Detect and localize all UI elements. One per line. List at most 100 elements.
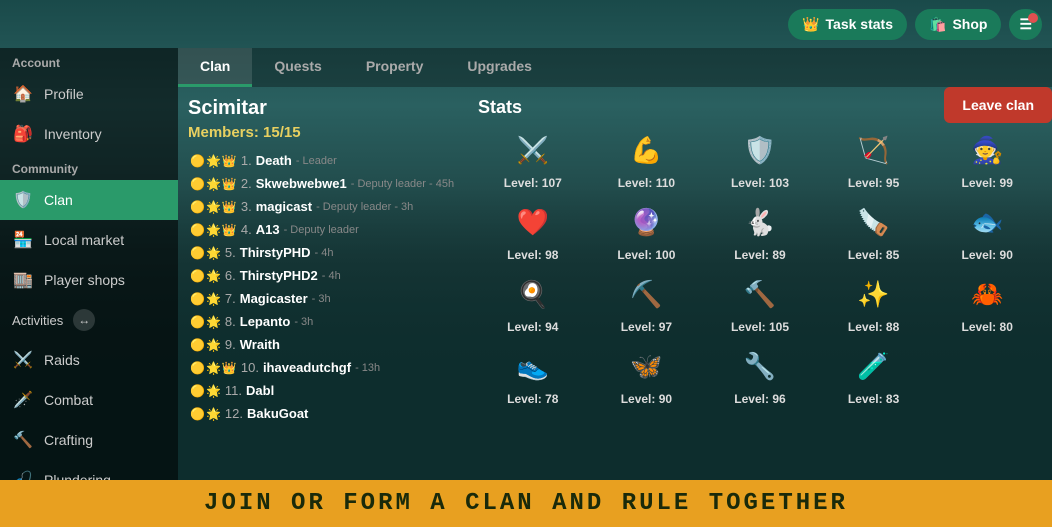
members-list: 🟡 🌟 👑 1. Death - Leader 🟡 🌟 👑 2. Skwebwe… [188, 149, 468, 470]
clan-info-panel: Scimitar Members: 15/15 🟡 🌟 👑 1. Death -… [188, 97, 468, 470]
member-icon-coin: 🟡 [190, 200, 205, 214]
member-number: 1. [241, 153, 252, 168]
raids-label: Raids [44, 352, 80, 368]
list-item[interactable]: 🟡 🌟 👑 2. Skwebwebwe1 - Deputy leader - 4… [188, 172, 466, 195]
member-name: Dabl [246, 383, 274, 398]
member-number: 4. [241, 222, 252, 237]
member-icons: 🟡 🌟 👑 [190, 223, 237, 237]
stat-level: Level: 99 [962, 176, 1013, 190]
member-icon-star: 🌟 [206, 200, 221, 214]
stat-item: 🪚 Level: 85 [819, 200, 929, 262]
sidebar-item-plundering[interactable]: 🎣 Plundering [0, 460, 178, 480]
stat-level: Level: 95 [848, 176, 899, 190]
member-icon-coin: 🟡 [190, 246, 205, 260]
member-name: Death [256, 153, 292, 168]
stat-level: Level: 90 [962, 248, 1013, 262]
menu-button[interactable]: ☰ [1009, 9, 1042, 40]
bottom-banner: JOIN OR FORM A CLAN AND RULE TOGETHER [0, 480, 1052, 527]
member-number: 10. [241, 360, 259, 375]
topbar: 👑 Task stats 🛍️ Shop ☰ [0, 0, 1052, 48]
list-item[interactable]: 🟡 🌟 👑 10. ihaveadutchgf - 13h [188, 356, 466, 379]
member-icon-coin: 🟡 [190, 361, 205, 375]
stat-icon: 🐇 [738, 200, 782, 244]
sidebar-item-player-shops[interactable]: 🏬 Player shops [0, 260, 178, 300]
member-icons: 🟡 🌟 [190, 384, 221, 398]
stat-icon: 🧪 [852, 344, 896, 388]
list-item[interactable]: 🟡 🌟 👑 4. A13 - Deputy leader [188, 218, 466, 241]
member-role: - Deputy leader [284, 224, 359, 236]
tab-clan[interactable]: Clan [178, 48, 252, 87]
member-icons: 🟡 🌟 [190, 246, 221, 260]
list-item[interactable]: 🟡 🌟 👑 3. magicast - Deputy leader - 3h [188, 195, 466, 218]
sidebar-item-inventory[interactable]: 🎒 Inventory [0, 114, 178, 154]
stat-level: Level: 103 [731, 176, 789, 190]
stat-level: Level: 88 [848, 320, 899, 334]
tab-property-label: Property [366, 58, 424, 74]
tab-upgrades[interactable]: Upgrades [445, 48, 554, 87]
tab-quests-label: Quests [274, 58, 321, 74]
stat-level: Level: 78 [507, 392, 558, 406]
stat-level: Level: 90 [621, 392, 672, 406]
stat-icon: ❤️ [511, 200, 555, 244]
sidebar-item-raids[interactable]: ⚔️ Raids [0, 340, 178, 380]
stat-icon: 🔨 [738, 272, 782, 316]
clan-name: Scimitar [188, 97, 468, 120]
stat-level: Level: 98 [507, 248, 558, 262]
sidebar-item-local-market[interactable]: 🏪 Local market [0, 220, 178, 260]
member-icon-star: 🌟 [206, 407, 221, 421]
sidebar-item-combat[interactable]: 🗡️ Combat [0, 380, 178, 420]
sidebar-item-crafting[interactable]: 🔨 Crafting [0, 420, 178, 460]
sidebar-item-profile[interactable]: 🏠 Profile [0, 74, 178, 114]
leave-clan-button[interactable]: Leave clan [944, 87, 1052, 123]
stat-level: Level: 85 [848, 248, 899, 262]
stat-item: 🦋 Level: 90 [592, 344, 702, 406]
clan-icon: 🛡️ [12, 189, 34, 211]
list-item[interactable]: 🟡 🌟 12. BakuGoat [188, 402, 466, 425]
list-item[interactable]: 🟡 🌟 11. Dabl [188, 379, 466, 402]
stats-panel: Stats ⚔️ Level: 107 💪 Level: 110 🛡️ Leve… [478, 97, 1042, 470]
stat-item: ✨ Level: 88 [819, 272, 929, 334]
stat-item: 🧪 Level: 83 [819, 344, 929, 406]
member-icons: 🟡 🌟 👑 [190, 361, 237, 375]
sidebar-item-clan[interactable]: 🛡️ Clan [0, 180, 178, 220]
member-name: Magicaster [240, 291, 308, 306]
member-icons: 🟡 🌟 [190, 292, 221, 306]
plundering-label: Plundering [44, 472, 111, 480]
stat-item: 🍳 Level: 94 [478, 272, 588, 334]
main-layout: Account 🏠 Profile 🎒 Inventory Community … [0, 48, 1052, 480]
list-item[interactable]: 🟡 🌟 7. Magicaster - 3h [188, 287, 466, 310]
member-icon-star: 🌟 [206, 361, 221, 375]
member-icon-coin: 🟡 [190, 315, 205, 329]
stat-item: 🦀 Level: 80 [932, 272, 1042, 334]
profile-label: Profile [44, 86, 84, 102]
list-item[interactable]: 🟡 🌟 9. Wraith [188, 333, 466, 356]
stat-level: Level: 94 [507, 320, 558, 334]
list-item[interactable]: 🟡 🌟 👑 1. Death - Leader [188, 149, 466, 172]
member-icon-star: 🌟 [206, 154, 221, 168]
activities-section[interactable]: Activities ↔ [0, 300, 178, 340]
member-icon-coin: 🟡 [190, 177, 205, 191]
tab-quests[interactable]: Quests [252, 48, 343, 87]
shop-button[interactable]: 🛍️ Shop [915, 9, 1001, 40]
stat-level: Level: 80 [962, 320, 1013, 334]
tab-property[interactable]: Property [344, 48, 446, 87]
activities-label: Activities [12, 313, 63, 328]
stats-grid: ⚔️ Level: 107 💪 Level: 110 🛡️ Level: 103… [478, 128, 1042, 406]
notification-dot [1028, 13, 1038, 23]
content-area: Clan Quests Property Upgrades Leave clan [178, 48, 1052, 480]
member-icon-crown: 👑 [222, 177, 237, 191]
member-number: 6. [225, 268, 236, 283]
stat-icon: ⚔️ [511, 128, 555, 172]
task-stats-button[interactable]: 👑 Task stats [788, 9, 907, 40]
list-item[interactable]: 🟡 🌟 8. Lepanto - 3h [188, 310, 466, 333]
home-icon: 🏠 [12, 83, 34, 105]
list-item[interactable]: 🟡 🌟 6. ThirstyPHD2 - 4h [188, 264, 466, 287]
member-icon-star: 🌟 [206, 177, 221, 191]
stat-level: Level: 110 [618, 176, 675, 190]
stat-icon: 🐟 [965, 200, 1009, 244]
stat-item: 🔨 Level: 105 [705, 272, 815, 334]
list-item[interactable]: 🟡 🌟 5. ThirstyPHD - 4h [188, 241, 466, 264]
inventory-icon: 🎒 [12, 123, 34, 145]
member-icon-coin: 🟡 [190, 338, 205, 352]
member-number: 8. [225, 314, 236, 329]
